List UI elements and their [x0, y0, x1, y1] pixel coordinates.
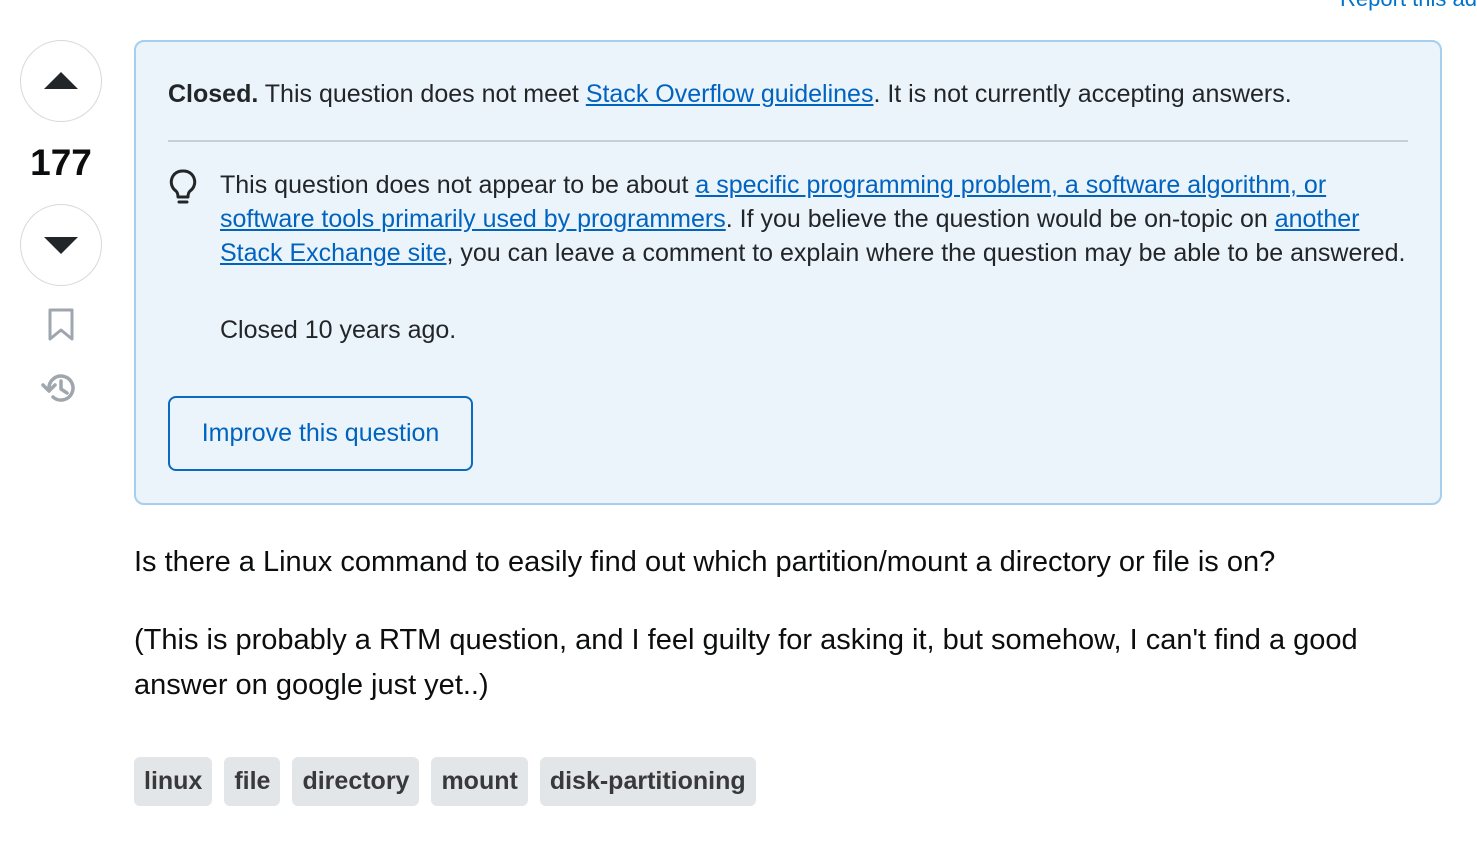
downvote-button[interactable] — [20, 204, 102, 286]
caret-down-icon — [44, 237, 78, 254]
tag-list: linux file directory mount disk-partitio… — [134, 757, 756, 806]
tag-disk-partitioning[interactable]: disk-partitioning — [539, 757, 756, 806]
tag-file[interactable]: file — [224, 757, 281, 806]
lightbulb-icon — [169, 169, 197, 204]
reason-text-2: . If you believe the question would be o… — [725, 205, 1275, 233]
improve-question-button[interactable]: Improve this question — [168, 396, 473, 471]
question-paragraph-1: Is there a Linux command to easily find … — [134, 546, 1276, 578]
reason-text-3: , you can leave a comment to explain whe… — [446, 239, 1406, 267]
notice-head-text-1: This question does not meet — [258, 80, 586, 108]
notice-divider — [168, 140, 1408, 142]
bookmark-icon[interactable] — [47, 308, 75, 342]
closed-timestamp: Closed 10 years ago. — [220, 316, 457, 344]
report-ad-link[interactable]: Report this ad — [1340, 0, 1477, 12]
reason-text-1: This question does not appear to be abou… — [220, 171, 696, 199]
notice-head-text-2: . It is not currently accepting answers. — [873, 80, 1292, 108]
question-paragraph-2: (This is probably a RTM question, and I … — [134, 624, 1358, 701]
guidelines-link[interactable]: Stack Overflow guidelines — [586, 80, 874, 108]
notice-heading: Closed. This question does not meet Stac… — [168, 80, 1292, 109]
history-icon[interactable] — [41, 370, 81, 406]
upvote-button[interactable] — [20, 40, 102, 122]
vote-column: 177 — [20, 40, 102, 406]
close-reason: This question does not appear to be abou… — [220, 168, 1410, 270]
question-body: Is there a Linux command to easily find … — [134, 540, 1454, 741]
closed-notice: Closed. This question does not meet Stac… — [134, 40, 1442, 505]
tag-linux[interactable]: linux — [134, 757, 213, 806]
tag-directory[interactable]: directory — [292, 757, 420, 806]
closed-label: Closed. — [168, 80, 259, 108]
tag-mount[interactable]: mount — [431, 757, 528, 806]
vote-count: 177 — [30, 142, 92, 183]
caret-up-icon — [44, 72, 78, 89]
